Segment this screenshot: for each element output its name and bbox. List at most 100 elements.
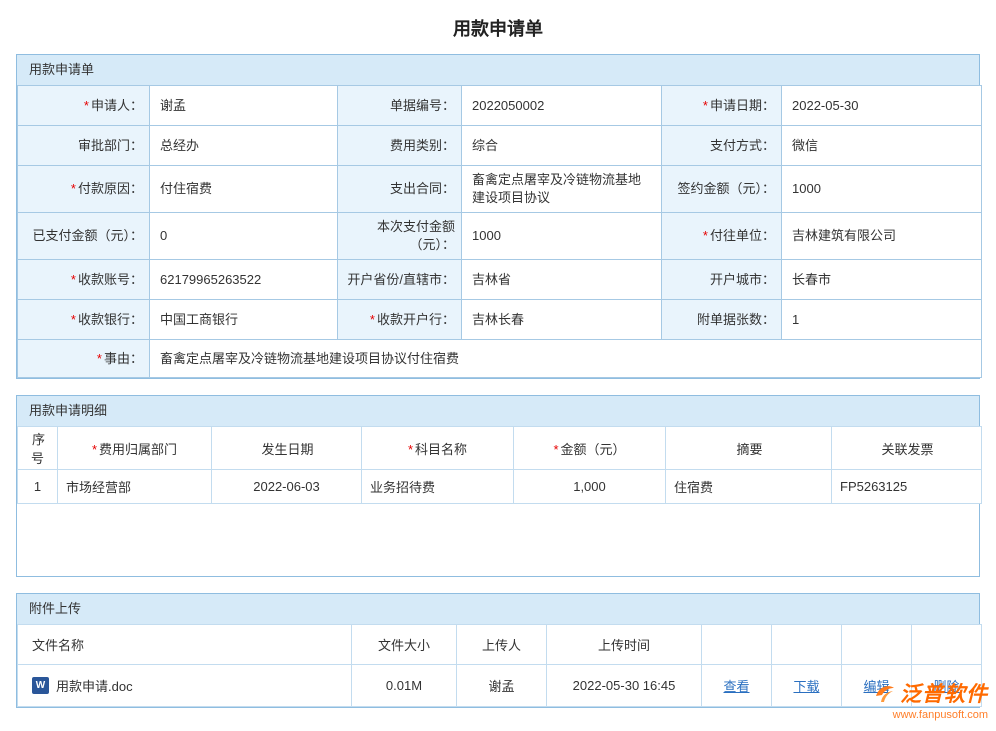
field-label-contract: 支出合同： [338,166,462,213]
detail-header-row: 序号 *费用归属部门 发生日期 *科目名称 *金额（元） 摘要 关联发票 [18,427,982,470]
field-label-apply-date: *申请日期： [662,86,782,126]
form-row: *付款原因： 付住宿费 支出合同： 畜禽定点屠宰及冷链物流基地建设项目协议 签约… [18,166,982,213]
form-row: *申请人： 谢孟 单据编号： 2022050002 *申请日期： 2022-05… [18,86,982,126]
field-value-doc-number: 2022050002 [462,86,662,126]
field-value-pay-reason: 付住宿费 [150,166,338,213]
attachment-uploader: 谢孟 [457,665,547,707]
attachment-col-action-2 [772,625,842,665]
field-value-contract: 畜禽定点屠宰及冷链物流基地建设项目协议 [462,166,662,213]
required-asterisk: * [71,181,78,196]
detail-row[interactable]: 1 市场经营部 2022-06-03 业务招待费 1,000 住宿费 FP526… [18,470,982,504]
required-asterisk: * [370,312,377,327]
form-row: 已支付金额（元）： 0 本次支付金额（元）： 1000 *付往单位： 吉林建筑有… [18,213,982,260]
field-value-applicant: 谢孟 [150,86,338,126]
field-label-province: 开户省份/直辖市： [338,260,462,300]
field-label-contract-amount: 签约金额（元）： [662,166,782,213]
view-link[interactable]: 查看 [723,679,749,694]
download-link[interactable]: 下载 [793,679,819,694]
field-value-pay-method: 微信 [782,126,982,166]
field-label-receipt-count: 附单据张数： [662,300,782,340]
detail-panel: 用款申请明细 序号 *费用归属部门 发生日期 *科目名称 *金额（元） 摘要 关… [16,395,980,577]
field-label-subject: *事由： [18,340,150,378]
field-value-province: 吉林省 [462,260,662,300]
edit-link[interactable]: 编辑 [863,679,889,694]
page-title: 用款申请单 [0,0,996,54]
detail-cell-index: 1 [18,470,58,504]
form-row: *收款账号： 62179965263522 开户省份/直辖市： 吉林省 开户城市… [18,260,982,300]
required-asterisk: * [408,442,415,457]
detail-empty-area [17,504,979,576]
required-asterisk: * [92,442,99,457]
attachment-panel-title: 附件上传 [17,594,979,624]
attachment-col-action-4 [912,625,982,665]
field-value-payee-unit: 吉林建筑有限公司 [782,213,982,260]
field-label-doc-number: 单据编号： [338,86,462,126]
field-value-account-number: 62179965263522 [150,260,338,300]
field-value-city: 长春市 [782,260,982,300]
watermark-url: www.fanpusoft.com [873,709,988,721]
field-value-current-pay-amount: 1000 [462,213,662,260]
detail-cell-invoice: FP5263125 [832,470,982,504]
attachment-row: W 用款申请.doc 0.01M 谢孟 2022-05-30 16:45 查看 … [18,665,982,707]
word-file-icon: W [32,677,49,694]
attachment-file-name: 用款申请.doc [56,676,133,695]
detail-cell-department: 市场经营部 [58,470,212,504]
field-value-paid-amount: 0 [150,213,338,260]
delete-link[interactable]: 删除 [933,679,959,694]
field-label-pay-reason: *付款原因： [18,166,150,213]
attachment-table: 文件名称 文件大小 上传人 上传时间 W 用款申请.doc 0.01M [17,624,982,707]
detail-cell-subject-name: 业务招待费 [362,470,514,504]
field-label-current-pay-amount: 本次支付金额（元）： [338,213,462,260]
attachment-col-upload-time: 上传时间 [547,625,702,665]
field-value-bank: 中国工商银行 [150,300,338,340]
main-form-panel: 用款申请单 *申请人： 谢孟 单据编号： 2022050002 *申请日期： 2… [16,54,980,379]
attachment-panel: 附件上传 文件名称 文件大小 上传人 上传时间 W [16,593,980,708]
field-label-payee-unit: *付往单位： [662,213,782,260]
attachment-col-action-1 [702,625,772,665]
attachment-col-file-name: 文件名称 [18,625,352,665]
field-label-applicant: *申请人： [18,86,150,126]
field-label-bank: *收款银行： [18,300,150,340]
field-label-city: 开户城市： [662,260,782,300]
required-asterisk: * [71,312,78,327]
field-value-contract-amount: 1000 [782,166,982,213]
detail-table: 序号 *费用归属部门 发生日期 *科目名称 *金额（元） 摘要 关联发票 1 市… [17,426,982,504]
required-asterisk: * [97,351,104,366]
form-row: *收款银行： 中国工商银行 *收款开户行： 吉林长春 附单据张数： 1 [18,300,982,340]
detail-cell-date: 2022-06-03 [212,470,362,504]
detail-col-amount: *金额（元） [514,427,666,470]
detail-cell-amount: 1,000 [514,470,666,504]
field-value-receipt-count: 1 [782,300,982,340]
field-label-pay-method: 支付方式： [662,126,782,166]
attachment-header-row: 文件名称 文件大小 上传人 上传时间 [18,625,982,665]
attachment-file-size: 0.01M [352,665,457,707]
main-form-panel-title: 用款申请单 [17,55,979,85]
field-label-account-number: *收款账号： [18,260,150,300]
detail-col-invoice: 关联发票 [832,427,982,470]
attachment-col-file-size: 文件大小 [352,625,457,665]
field-label-bank-branch: *收款开户行： [338,300,462,340]
field-value-expense-type: 综合 [462,126,662,166]
detail-col-subject-name: *科目名称 [362,427,514,470]
field-label-paid-amount: 已支付金额（元）： [18,213,150,260]
detail-cell-summary: 住宿费 [666,470,832,504]
required-asterisk: * [84,98,91,113]
required-asterisk: * [703,98,710,113]
form-row: 审批部门： 总经办 费用类别： 综合 支付方式： 微信 [18,126,982,166]
attachment-col-action-3 [842,625,912,665]
field-label-expense-type: 费用类别： [338,126,462,166]
attachment-upload-time: 2022-05-30 16:45 [547,665,702,707]
field-value-bank-branch: 吉林长春 [462,300,662,340]
attachment-file-name-cell: W 用款申请.doc [18,665,352,707]
main-form-table: *申请人： 谢孟 单据编号： 2022050002 *申请日期： 2022-05… [17,85,982,378]
required-asterisk: * [71,272,78,287]
detail-col-department: *费用归属部门 [58,427,212,470]
form-row: *事由： 畜禽定点屠宰及冷链物流基地建设项目协议付住宿费 [18,340,982,378]
detail-col-summary: 摘要 [666,427,832,470]
field-value-apply-date: 2022-05-30 [782,86,982,126]
field-value-approve-dept: 总经办 [150,126,338,166]
detail-col-index: 序号 [18,427,58,470]
detail-col-date: 发生日期 [212,427,362,470]
detail-panel-title: 用款申请明细 [17,396,979,426]
field-value-subject: 畜禽定点屠宰及冷链物流基地建设项目协议付住宿费 [150,340,982,378]
